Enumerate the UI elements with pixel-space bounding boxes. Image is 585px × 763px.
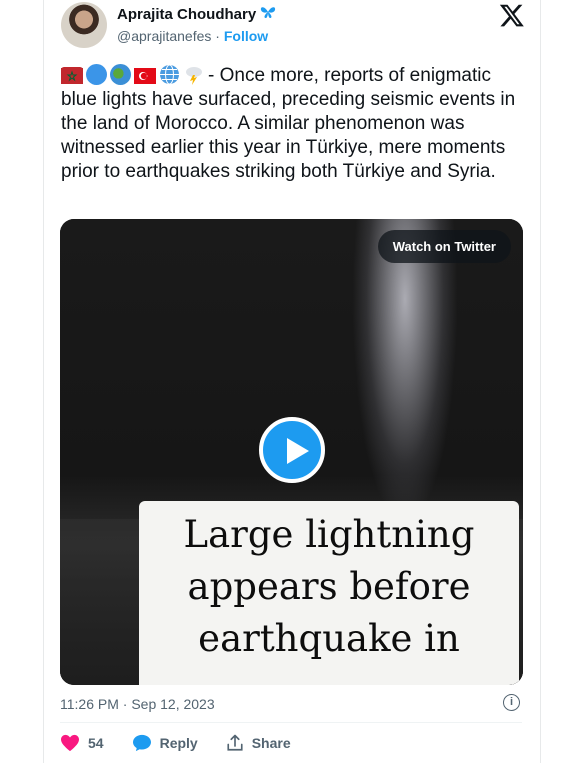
caption-line: appears before bbox=[187, 565, 471, 608]
caption-line: earthquake in bbox=[198, 617, 460, 660]
video-player[interactable]: Watch on Twitter Large lightning appears… bbox=[60, 219, 523, 685]
watch-on-twitter-button[interactable]: Watch on Twitter bbox=[377, 230, 511, 263]
info-icon[interactable]: i bbox=[503, 694, 520, 711]
author-handle[interactable]: @aprajitanefes bbox=[117, 28, 211, 44]
separator-dot: · bbox=[215, 28, 220, 44]
avatar[interactable] bbox=[61, 2, 107, 48]
follow-button[interactable]: Follow bbox=[224, 28, 268, 44]
share-button[interactable]: Share bbox=[226, 734, 291, 752]
caption-line: Large lightning bbox=[183, 513, 475, 556]
globe-icon bbox=[159, 64, 180, 85]
x-logo-icon[interactable] bbox=[499, 2, 525, 28]
author-name-row[interactable]: Aprajita Choudhary bbox=[117, 6, 276, 23]
share-label: Share bbox=[251, 735, 291, 751]
handle-row: @aprajitanefes · Follow bbox=[117, 28, 268, 44]
earth-africa-icon bbox=[110, 64, 131, 85]
action-bar: 54 Reply Share bbox=[60, 734, 319, 752]
blue-circle-icon bbox=[86, 64, 107, 85]
author-name[interactable]: Aprajita Choudhary bbox=[117, 6, 256, 23]
reply-icon bbox=[132, 734, 151, 752]
video-caption-card: Large lightning appears before earthquak… bbox=[139, 501, 519, 685]
share-icon bbox=[227, 734, 243, 751]
like-count: 54 bbox=[88, 735, 104, 751]
butterfly-icon bbox=[260, 6, 276, 22]
cloud-lightning-icon bbox=[183, 64, 204, 85]
turkey-flag-icon bbox=[134, 67, 156, 84]
heart-icon bbox=[61, 734, 79, 752]
divider bbox=[60, 722, 522, 723]
reply-button[interactable]: Reply bbox=[132, 734, 198, 752]
tweet-timestamp[interactable]: 11:26 PM · Sep 12, 2023 bbox=[60, 696, 215, 712]
like-button[interactable]: 54 bbox=[60, 734, 104, 752]
emoji-row bbox=[61, 64, 204, 85]
play-icon[interactable] bbox=[259, 417, 325, 483]
tweet-text: - Once more, reports of enigmatic blue l… bbox=[61, 64, 531, 184]
reply-label: Reply bbox=[159, 735, 198, 751]
morocco-flag-icon bbox=[61, 67, 83, 84]
